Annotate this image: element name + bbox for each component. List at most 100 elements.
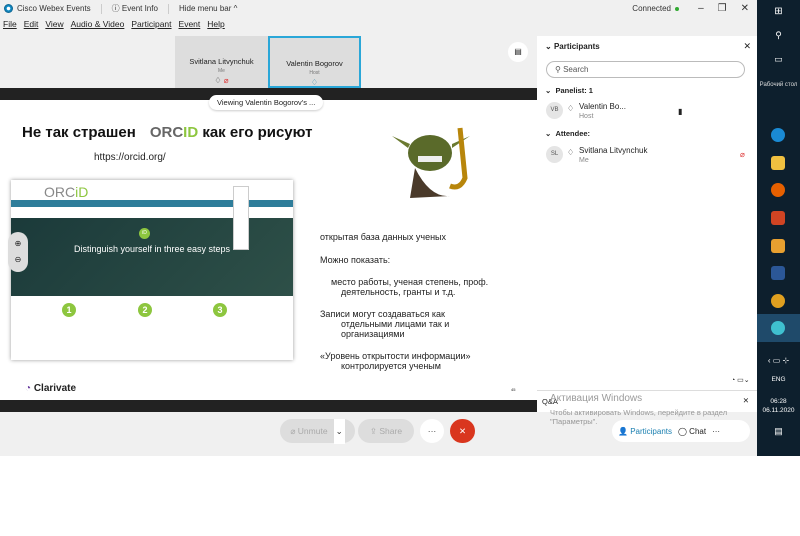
menu-help[interactable]: Help <box>207 19 224 29</box>
presentation-slide: Не так страшен ORCID как его рисуют https… <box>0 100 537 400</box>
powerpoint-icon[interactable] <box>771 211 785 225</box>
menu-file[interactable]: File <box>3 19 17 29</box>
slide-url: https://orcid.org/ <box>94 152 166 163</box>
chrome-icon[interactable] <box>771 294 785 308</box>
share-button[interactable]: ⇪ Share <box>358 419 414 443</box>
participants-toggle-button[interactable]: 👤 Participants <box>618 427 672 436</box>
layout-button[interactable]: ▤ <box>508 42 528 62</box>
slide-line: отдельными лицами так и <box>341 319 450 329</box>
menu-view[interactable]: View <box>45 19 63 29</box>
webex-logo-icon <box>4 4 13 13</box>
desktop-button[interactable]: Рабочий стол <box>757 82 800 88</box>
shared-content-stage: Не так страшен ORCID как его рисуют https… <box>0 88 537 412</box>
restore-button[interactable]: ❐ <box>718 3 727 14</box>
menu-edit[interactable]: Edit <box>24 19 39 29</box>
audio-icon: ♢ <box>567 148 575 157</box>
edge-icon[interactable] <box>771 128 785 142</box>
activation-watermark-title: Активация Windows <box>550 393 643 404</box>
clock-date[interactable]: 06.11.2020 <box>757 407 800 414</box>
status-dot-icon <box>675 6 679 11</box>
menu-participant[interactable]: Participant <box>131 19 171 29</box>
firefox-icon[interactable] <box>771 183 785 197</box>
participant-search-input[interactable]: ⚲ Search <box>546 61 745 78</box>
participant-row[interactable]: VB ♢ Valentin Bo... Host ▮ <box>546 102 751 124</box>
menu-bar: File Edit View Audio & Video Participant… <box>3 19 225 29</box>
audio-icon: ♢ <box>214 76 222 85</box>
zoom-in-icon[interactable]: ⊕ <box>8 236 28 252</box>
hide-menu-bar-button[interactable]: Hide menu bar ^ <box>179 4 237 13</box>
connection-status: Connected <box>632 4 679 13</box>
audio-icon: ♢ <box>310 78 319 87</box>
media-player-icon[interactable] <box>771 239 785 253</box>
search-icon: ⚲ <box>555 65 561 74</box>
muted-mic-icon: ⌀ <box>223 76 229 85</box>
title-bar: Cisco Webex Events ⓘ Event Info Hide men… <box>0 0 757 17</box>
avatar: SL <box>546 146 563 163</box>
tile-name: Valentin Bogorov <box>286 59 343 68</box>
close-qa-button[interactable]: ✕ <box>743 396 749 405</box>
webex-taskbar-item[interactable] <box>757 314 800 342</box>
more-options-button[interactable]: ··· <box>420 419 444 443</box>
notifications-icon[interactable]: ▤ <box>757 426 800 437</box>
menu-audio-video[interactable]: Audio & Video <box>71 19 125 29</box>
tray-icons[interactable]: ‹ ▭ ⊹ <box>757 356 800 365</box>
slide-title: Не так страшен ORCID как его рисуют <box>22 124 313 141</box>
webex-window: Cisco Webex Events ⓘ Event Info Hide men… <box>0 0 757 456</box>
status-label: Connected <box>632 4 671 13</box>
step-3: 3 <box>213 303 227 317</box>
unmute-button[interactable]: ⌀ Unmute ⌄ <box>280 418 355 444</box>
word-icon[interactable] <box>771 266 785 280</box>
slide-line: деятельность, гранты и т.д. <box>341 287 456 297</box>
orcid-logo: ORCiD <box>44 184 89 200</box>
tile-role: Me <box>218 68 225 74</box>
slide-line: Можно показать: <box>320 255 391 265</box>
share-label: Share <box>379 426 403 436</box>
panelist-section-toggle[interactable]: ⌄ Panelist: 1 <box>545 86 593 95</box>
participant-role: Host <box>579 113 594 120</box>
app-title: Cisco Webex Events <box>17 4 91 13</box>
viewing-indicator: Viewing Valentin Bogorov's ... <box>209 95 324 110</box>
site-headline: Distinguish yourself in three easy steps <box>73 244 231 254</box>
slide-line: открытая база данных ученых <box>320 232 447 242</box>
start-button[interactable]: ⊞ <box>757 6 800 17</box>
video-tile-svitlana[interactable]: Svitlana Litvynchuk Me ♢ ⌀ <box>175 36 268 88</box>
webex-icon <box>771 321 785 335</box>
orcid-website-screenshot: ORCiD iD Distinguish yourself in three ea… <box>11 180 293 360</box>
participant-role: Me <box>579 157 589 164</box>
panel-options-icon[interactable]: ◔ ▭⌄ <box>731 376 750 384</box>
event-info-label: Event Info <box>121 4 158 13</box>
participants-panel: ⌄ Participants ✕ ⚲ Search ⌄ Panelist: 1 … <box>537 36 757 390</box>
task-view-icon[interactable]: ▭ <box>757 54 800 65</box>
audio-options-chevron-icon[interactable]: ⌄ <box>333 418 345 444</box>
step-1: 1 <box>62 303 76 317</box>
menu-event[interactable]: Event <box>179 19 201 29</box>
search-icon[interactable]: ⚲ <box>757 30 800 41</box>
avatar: VB <box>546 102 563 119</box>
zoom-out-icon[interactable]: ⊖ <box>8 252 28 268</box>
chat-toggle-button[interactable]: ◯ Chat <box>678 427 706 436</box>
slide-line: организациями <box>341 329 405 339</box>
participant-name: Valentin Bo... <box>579 102 626 111</box>
tile-name: Svitlana Litvynchuk <box>189 57 254 66</box>
tile-role: Host <box>309 70 320 76</box>
mic-muted-icon: ⌀ <box>290 425 298 436</box>
audio-icon: ♢ <box>567 104 575 113</box>
language-indicator[interactable]: ENG <box>757 376 800 383</box>
file-explorer-icon[interactable] <box>771 156 785 170</box>
minimize-button[interactable]: – <box>698 3 704 14</box>
slide-line: место работы, ученая степень, проф. <box>331 277 489 287</box>
participant-row[interactable]: SL ♢ Svitlana Litvynchuk Me ⌀ <box>546 146 751 168</box>
video-tile-valentin[interactable]: Valentin Bogorov Host ♢ <box>268 36 361 88</box>
muted-mic-icon: ⌀ <box>740 150 745 159</box>
clock-time[interactable]: 06:28 <box>757 398 800 405</box>
event-info-button[interactable]: ⓘ Event Info <box>112 3 158 14</box>
participants-header[interactable]: ⌄ Participants <box>545 42 600 51</box>
orcid-badge: iD <box>139 228 150 239</box>
close-panel-button[interactable]: ✕ <box>743 41 751 52</box>
attendee-section-toggle[interactable]: ⌄ Attendee: <box>545 129 590 138</box>
slide-line: контролируется ученым <box>341 361 441 371</box>
slide-line: «Уровень открытости информации» <box>320 351 471 361</box>
more-panels-button[interactable]: ··· <box>712 427 720 436</box>
close-window-button[interactable]: ✕ <box>741 3 749 14</box>
leave-button[interactable]: ✕ <box>450 419 475 443</box>
